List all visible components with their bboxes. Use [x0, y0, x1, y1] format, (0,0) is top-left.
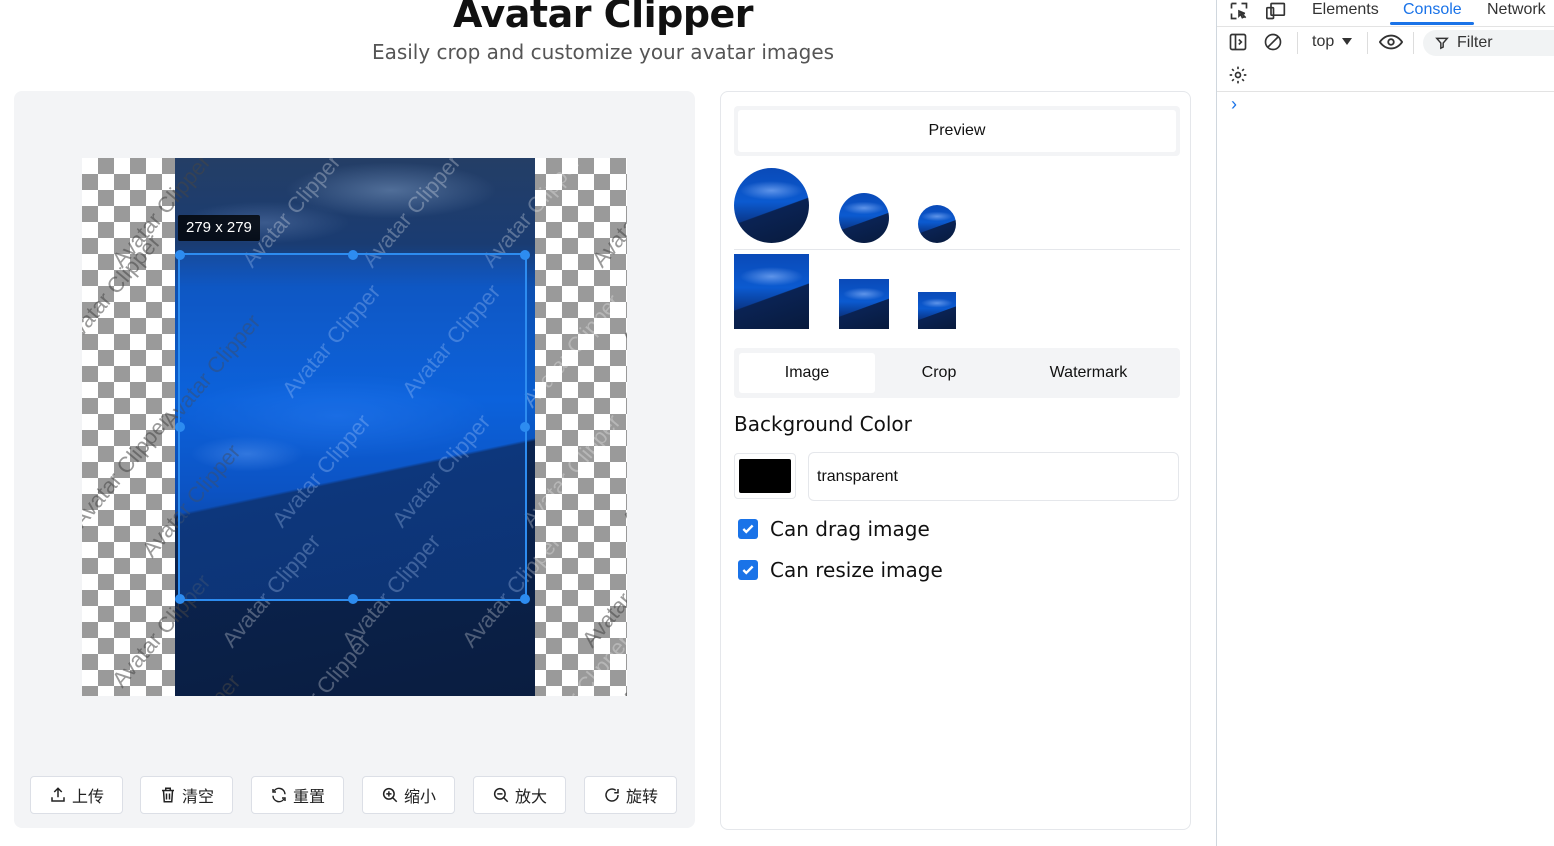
preview-divider — [734, 249, 1180, 250]
image-toolbar: 上传 清空 重置 缩小 放大 旋转 — [30, 776, 680, 816]
crop-handle-left[interactable] — [175, 422, 185, 432]
crop-canvas[interactable]: Avatar Clipper Avatar Clipper Avatar Clipp… — [82, 158, 627, 696]
rotate-button[interactable]: 旋转 — [584, 776, 677, 814]
clear-button-label: 清空 — [181, 787, 214, 806]
zoom-in-button-label: 缩小 — [403, 787, 436, 806]
refresh-icon — [272, 787, 286, 803]
console-prompt[interactable]: › — [1231, 94, 1237, 115]
tab-watermark[interactable]: Watermark — [1011, 353, 1166, 393]
crop-handle-bottom[interactable] — [347, 594, 358, 604]
avatar-clipper-app: Avatar Clipper Easily crop and customize… — [0, 0, 1216, 846]
zoom-out-button-label: 放大 — [514, 787, 547, 806]
console-settings-gear-icon[interactable] — [1228, 65, 1248, 85]
crop-size-label: 279 x 279 — [178, 215, 260, 241]
toolbar-separator — [1413, 32, 1414, 54]
settings-panel: Preview Image Crop Watermark Background … — [720, 91, 1191, 830]
preview-square-small — [918, 292, 956, 329]
crop-handle-bottom-left[interactable] — [175, 594, 185, 604]
crop-handle-top[interactable] — [347, 250, 358, 260]
zoom-in-icon — [382, 787, 398, 803]
preview-circle-medium — [839, 193, 889, 243]
preview-header: Preview — [734, 106, 1180, 156]
can-resize-option[interactable]: Can resize image — [738, 558, 943, 582]
rotate-icon — [605, 788, 619, 802]
crop-handle-right[interactable] — [520, 422, 530, 432]
background-color-input[interactable] — [808, 452, 1179, 501]
zoom-in-button[interactable]: 缩小 — [362, 776, 455, 814]
filter-placeholder: Filter — [1457, 34, 1493, 51]
clear-button[interactable]: 清空 — [140, 776, 233, 814]
upload-button[interactable]: 上传 — [30, 776, 123, 814]
settings-tabs: Image Crop Watermark — [734, 348, 1180, 398]
page-subtitle: Easily crop and customize your avatar im… — [371, 40, 835, 64]
preview-square-medium — [839, 279, 889, 329]
can-resize-label: Can resize image — [770, 558, 943, 582]
rotate-button-label: 旋转 — [625, 787, 658, 806]
zoom-out-icon — [493, 787, 509, 803]
can-drag-option[interactable]: Can drag image — [738, 517, 930, 541]
crop-handle-bottom-right[interactable] — [520, 594, 530, 604]
upload-button-label: 上传 — [71, 787, 104, 806]
crop-handle-top-left[interactable] — [175, 250, 185, 260]
crop-handle-top-right[interactable] — [520, 250, 530, 260]
live-expression-eye-icon[interactable] — [1379, 33, 1403, 51]
trash-icon — [161, 787, 174, 803]
tab-image[interactable]: Image — [739, 353, 875, 393]
preview-button[interactable]: Preview — [738, 110, 1176, 152]
devtools-panel: Elements Console Network top Filter › — [1216, 0, 1554, 846]
check-icon — [742, 524, 754, 534]
editor-panel: Avatar Clipper Avatar Clipper Avatar Clipp… — [14, 91, 695, 828]
preview-circle-large — [734, 168, 809, 243]
can-resize-checkbox[interactable] — [738, 560, 758, 580]
active-tab-indicator — [1390, 22, 1474, 25]
watermark-text: Avatar Clipper — [526, 629, 627, 696]
crop-box[interactable] — [175, 250, 530, 604]
device-toolbar-icon[interactable] — [1265, 1, 1287, 21]
upload-icon — [51, 787, 65, 802]
devtools-tab-console[interactable]: Console — [1403, 0, 1462, 20]
preview-square-large — [734, 254, 809, 329]
color-swatch — [739, 459, 791, 493]
caret-down-icon — [1342, 38, 1353, 45]
inspect-element-icon[interactable] — [1229, 1, 1249, 21]
preview-circle-small — [918, 205, 956, 243]
devtools-tab-network[interactable]: Network — [1487, 0, 1546, 20]
devtools-tabbar: Elements Console Network — [1217, 0, 1554, 27]
reset-button-label: 重置 — [292, 787, 325, 806]
watermark-text: Avatar Clipper — [586, 158, 627, 272]
can-drag-label: Can drag image — [770, 517, 930, 541]
context-selector[interactable]: top — [1312, 33, 1353, 51]
devtools-tab-elements[interactable]: Elements — [1312, 0, 1379, 20]
can-drag-checkbox[interactable] — [738, 519, 758, 539]
filter-icon — [1435, 37, 1449, 50]
tab-crop[interactable]: Crop — [875, 353, 1003, 393]
page-title: Avatar Clipper — [452, 0, 754, 36]
check-icon — [742, 565, 754, 575]
clear-console-icon[interactable] — [1263, 32, 1283, 52]
sidebar-toggle-icon[interactable] — [1228, 32, 1248, 52]
reset-button[interactable]: 重置 — [251, 776, 344, 814]
console-filter-input[interactable]: Filter — [1423, 30, 1554, 56]
devtools-toolbar-divider — [1217, 91, 1554, 92]
zoom-out-button[interactable]: 放大 — [473, 776, 566, 814]
toolbar-separator — [1367, 32, 1368, 54]
background-color-label: Background Color — [734, 412, 912, 436]
context-selector-value: top — [1312, 33, 1335, 50]
color-swatch-button[interactable] — [734, 453, 796, 499]
toolbar-separator — [1297, 32, 1298, 54]
